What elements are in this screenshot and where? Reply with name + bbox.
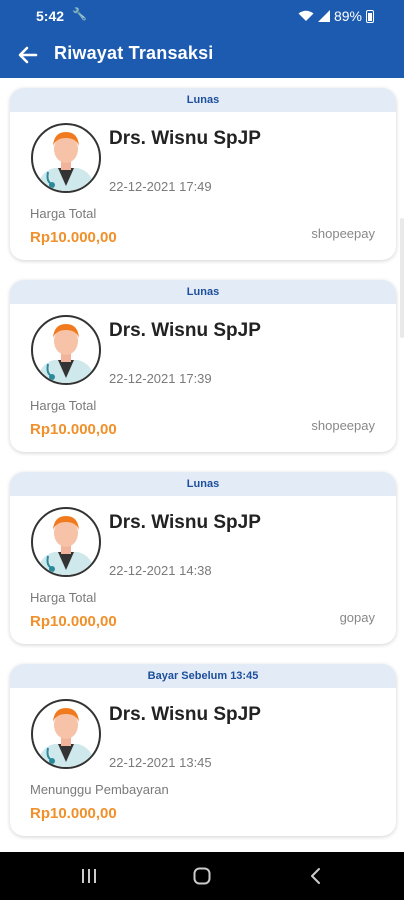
page-title: Riwayat Transaksi bbox=[54, 43, 214, 63]
price-value: Rp10.000,00 bbox=[30, 229, 117, 246]
chevron-left-icon bbox=[311, 868, 320, 884]
price-value: Rp10.000,00 bbox=[30, 421, 117, 438]
transaction-date: 22-12-2021 17:39 bbox=[109, 371, 212, 386]
payment-status-badge: Bayar Sebelum 13:45 bbox=[10, 664, 396, 688]
transaction-date: 22-12-2021 14:38 bbox=[109, 563, 212, 578]
battery-icon bbox=[366, 9, 374, 23]
transaction-date: 22-12-2021 13:45 bbox=[109, 755, 212, 770]
payment-status-badge: Lunas bbox=[10, 280, 396, 304]
price-label: Menunggu Pembayaran bbox=[30, 782, 169, 797]
arrow-left-icon bbox=[18, 46, 38, 64]
transaction-list[interactable]: Lunas Drs. Wisnu SpJP 22-12-2021 17:49 H… bbox=[0, 78, 404, 852]
payment-method: shopeepay bbox=[311, 226, 375, 241]
recents-button[interactable] bbox=[77, 866, 101, 886]
payment-method: gopay bbox=[339, 610, 375, 625]
home-button[interactable] bbox=[190, 866, 214, 886]
doctor-name: Drs. Wisnu SpJP bbox=[109, 704, 261, 725]
system-back-button[interactable] bbox=[303, 866, 327, 886]
status-time: 5:42 bbox=[36, 8, 65, 24]
doctor-avatar-icon bbox=[31, 507, 101, 577]
doctor-name: Drs. Wisnu SpJP bbox=[109, 320, 261, 341]
app-bar: Riwayat Transaksi bbox=[0, 32, 404, 78]
status-indicators: 89% bbox=[298, 8, 374, 24]
price-label: Harga Total bbox=[30, 590, 97, 605]
payment-method: shopeepay bbox=[311, 418, 375, 433]
price-label: Harga Total bbox=[30, 206, 97, 221]
transaction-card[interactable]: Lunas Drs. Wisnu SpJP 22-12-2021 17:49 H… bbox=[10, 88, 396, 260]
transaction-card[interactable]: Lunas Drs. Wisnu SpJP 22-12-2021 14:38 H… bbox=[10, 472, 396, 644]
payment-status-badge: Lunas bbox=[10, 88, 396, 112]
transaction-date: 22-12-2021 17:49 bbox=[109, 179, 212, 194]
price-label: Harga Total bbox=[30, 398, 97, 413]
back-button[interactable] bbox=[14, 41, 42, 69]
home-icon bbox=[193, 867, 211, 885]
status-bar: 5:42 🔧 89% bbox=[0, 0, 404, 32]
recents-icon bbox=[82, 869, 96, 883]
wifi-icon bbox=[298, 10, 314, 21]
transaction-card[interactable]: Bayar Sebelum 13:45 Drs. Wisnu SpJP 22-1… bbox=[10, 664, 396, 836]
doctor-avatar-icon bbox=[31, 699, 101, 769]
price-value: Rp10.000,00 bbox=[30, 805, 117, 822]
system-nav-bar bbox=[0, 852, 404, 900]
doctor-avatar-icon bbox=[31, 315, 101, 385]
doctor-avatar-icon bbox=[31, 123, 101, 193]
transaction-card[interactable]: Lunas Drs. Wisnu SpJP 22-12-2021 17:39 H… bbox=[10, 280, 396, 452]
scrollbar[interactable] bbox=[400, 218, 404, 338]
price-value: Rp10.000,00 bbox=[30, 613, 117, 630]
signal-icon bbox=[317, 10, 330, 22]
doctor-name: Drs. Wisnu SpJP bbox=[109, 128, 261, 149]
payment-status-badge: Lunas bbox=[10, 472, 396, 496]
battery-percent: 89% bbox=[333, 8, 362, 24]
wrench-icon: 🔧 bbox=[72, 7, 87, 21]
doctor-name: Drs. Wisnu SpJP bbox=[109, 512, 261, 533]
